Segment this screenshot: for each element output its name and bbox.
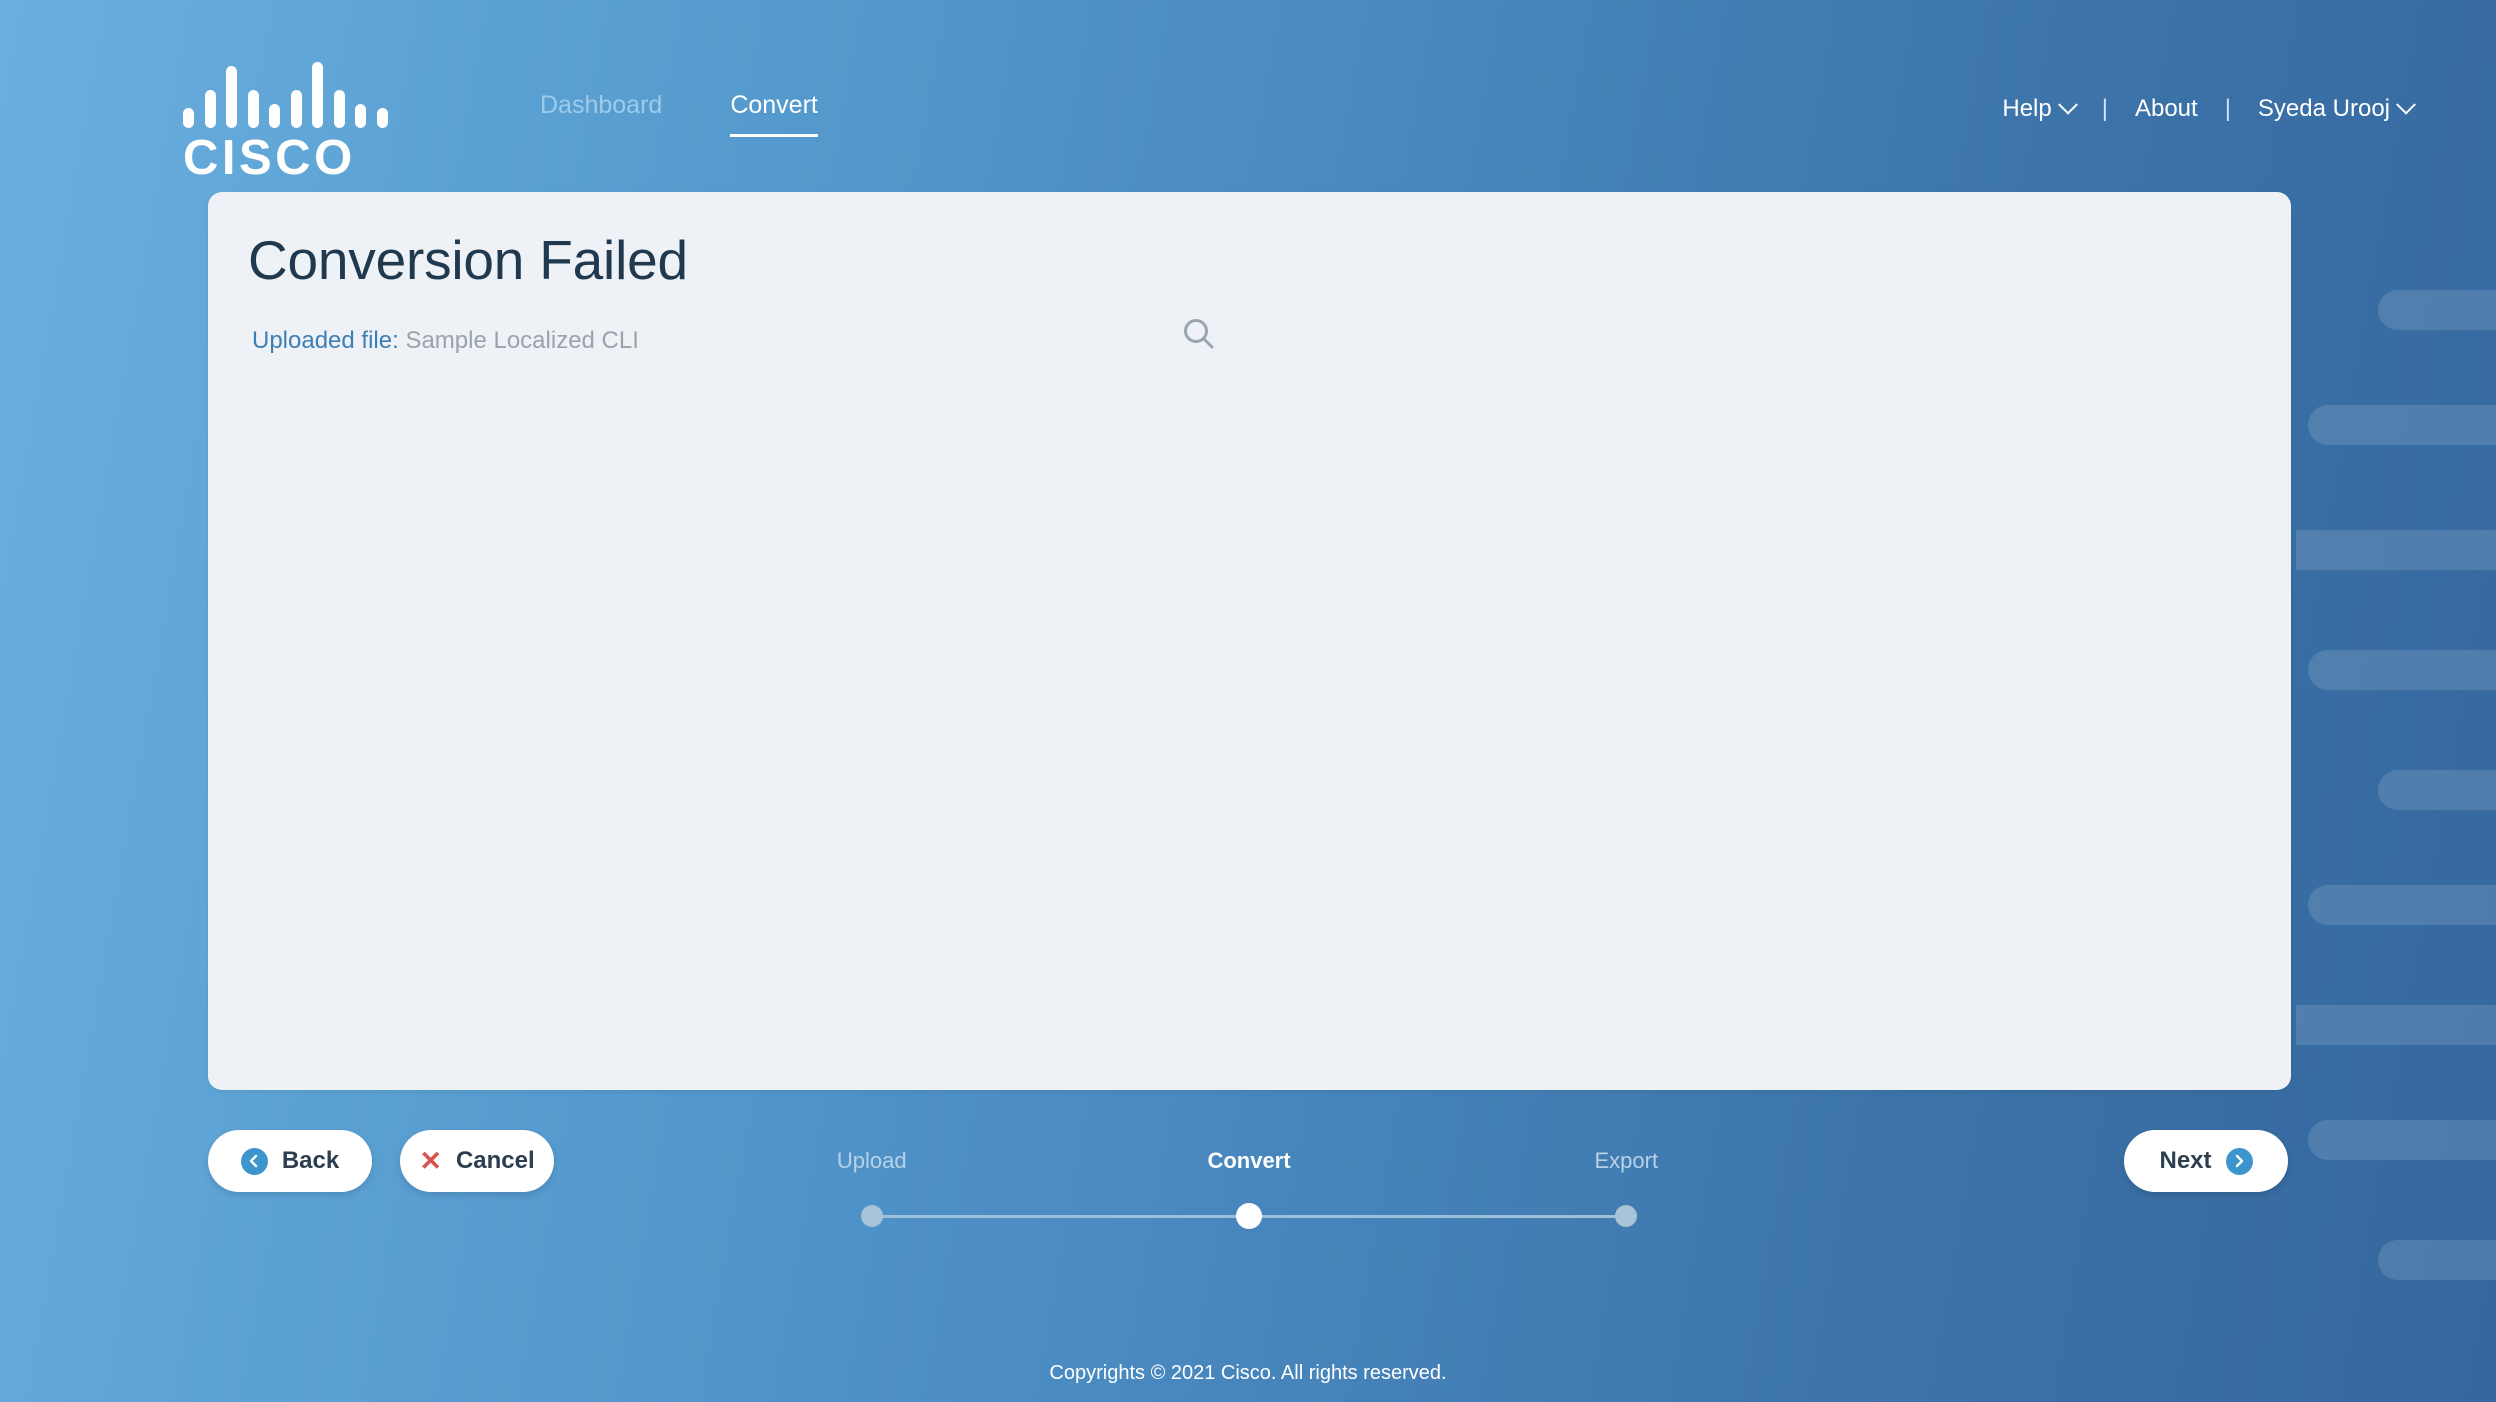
stepper-dot-upload[interactable] bbox=[860, 1205, 883, 1227]
uploaded-file-info: Uploaded file: Sample Localized CLI bbox=[252, 327, 639, 355]
back-button-label: Back bbox=[281, 1147, 340, 1174]
decorative-bar bbox=[2378, 290, 2496, 330]
uploaded-file-label: Uploaded file: bbox=[252, 327, 399, 354]
nav-item-dashboard[interactable]: Dashboard bbox=[540, 93, 662, 128]
cisco-logo-bar bbox=[226, 66, 237, 128]
cisco-logo-bar bbox=[355, 104, 366, 128]
next-button-label: Next bbox=[2159, 1147, 2212, 1174]
cisco-logo-bar bbox=[290, 90, 302, 128]
stepper-label-upload[interactable]: Upload bbox=[837, 1148, 907, 1174]
secondary-nav: Help | About | Syeda Urooj bbox=[2002, 94, 2416, 123]
chevron-down-icon bbox=[2396, 94, 2416, 115]
decorative-bar bbox=[2378, 770, 2496, 810]
cisco-logo-bar bbox=[183, 108, 194, 128]
stepper-dot-export[interactable] bbox=[1615, 1205, 1638, 1227]
main-card: Conversion Failed Uploaded file: Sample … bbox=[208, 192, 2291, 1090]
cisco-wordmark: CISCO bbox=[183, 131, 356, 185]
search-icon[interactable] bbox=[1177, 312, 1221, 356]
nav-separator-2: | bbox=[2224, 95, 2231, 122]
chevron-right-circle-icon bbox=[2225, 1147, 2253, 1175]
back-button[interactable]: Back bbox=[208, 1130, 372, 1192]
nav-user-label: Syeda Urooj bbox=[2257, 95, 2390, 122]
nav-about[interactable]: About bbox=[2135, 95, 2198, 123]
decorative-bar bbox=[2308, 405, 2496, 445]
stepper-label-convert[interactable]: Convert bbox=[1207, 1148, 1290, 1174]
decorative-bar bbox=[2308, 885, 2496, 925]
page-title: Conversion Failed bbox=[248, 229, 688, 291]
cisco-logo-bar bbox=[312, 62, 323, 128]
stepper-label-export[interactable]: Export bbox=[1594, 1148, 1658, 1174]
chevron-left-circle-icon bbox=[240, 1147, 268, 1175]
cisco-logo-bar bbox=[269, 104, 280, 128]
progress-stepper: Upload Convert Export bbox=[837, 1130, 1658, 1250]
stepper-labels: Upload Convert Export bbox=[837, 1130, 1658, 1173]
cisco-logo-bar bbox=[204, 90, 216, 128]
nav-user-menu[interactable]: Syeda Urooj bbox=[2257, 94, 2416, 123]
cancel-button-label: Cancel bbox=[455, 1147, 535, 1174]
cisco-logo-icon bbox=[183, 62, 391, 128]
bottom-action-bar: Back ✕ Cancel Next Upload Convert Export bbox=[0, 1130, 2496, 1260]
cisco-logo-bar bbox=[376, 108, 388, 128]
nav-item-convert[interactable]: Convert bbox=[730, 93, 818, 137]
cancel-button[interactable]: ✕ Cancel bbox=[400, 1130, 554, 1192]
decorative-bar bbox=[2296, 1005, 2496, 1045]
main-nav: Dashboard Convert bbox=[540, 93, 818, 137]
close-x-icon: ✕ bbox=[419, 1145, 442, 1176]
decorative-bar bbox=[2308, 650, 2496, 690]
nav-help[interactable]: Help bbox=[2002, 94, 2078, 123]
cisco-logo[interactable]: CISCO bbox=[183, 62, 391, 183]
decorative-bar bbox=[2296, 530, 2496, 570]
app-header: CISCO Dashboard Convert Help | About | S… bbox=[0, 0, 2496, 192]
next-button[interactable]: Next bbox=[2124, 1130, 2288, 1192]
cisco-logo-bar bbox=[247, 90, 259, 128]
footer-copyright: Copyrights © 2021 Cisco. All rights rese… bbox=[1049, 1362, 1447, 1384]
uploaded-file-name: Sample Localized CLI bbox=[405, 327, 639, 354]
stepper-dot-convert[interactable] bbox=[1236, 1203, 1262, 1229]
nav-separator-1: | bbox=[2101, 95, 2108, 122]
cisco-logo-bar bbox=[333, 90, 345, 128]
nav-help-label: Help bbox=[2002, 95, 2052, 122]
